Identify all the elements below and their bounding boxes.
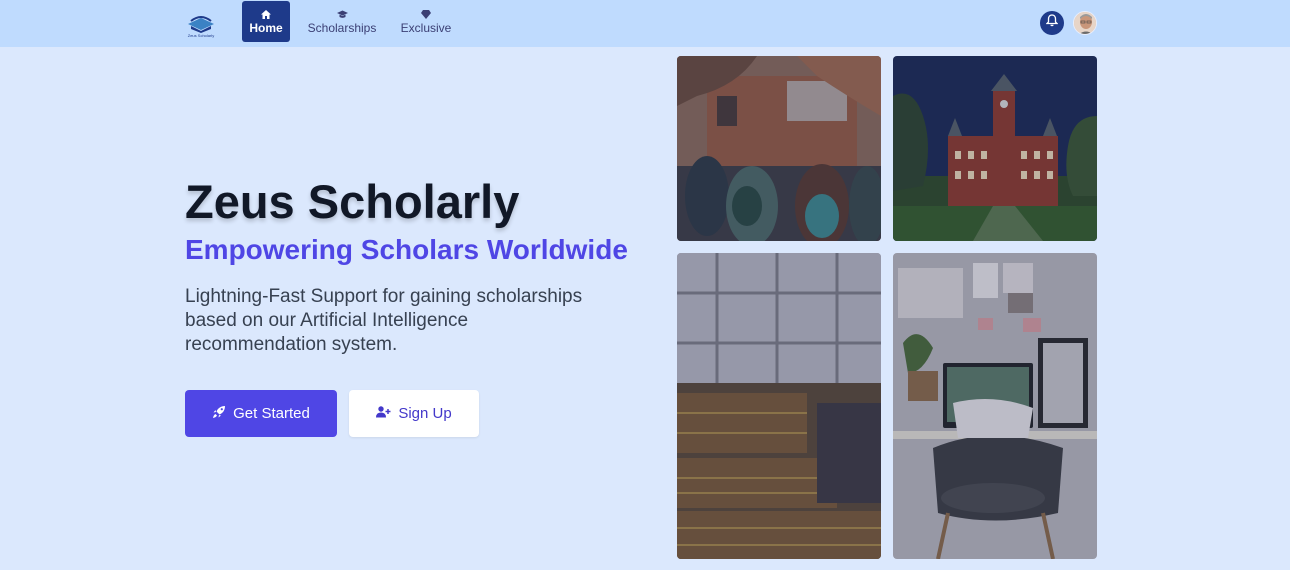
home-icon: [261, 8, 271, 20]
students-walking-photo: [677, 56, 881, 241]
university-building-photo: [893, 56, 1097, 241]
nav-exclusive-label: Exclusive: [400, 21, 452, 35]
graduation-cap-icon: [336, 8, 348, 20]
svg-text:Zeus Scholarly: Zeus Scholarly: [188, 33, 214, 38]
nav-scholarships-label: Scholarships: [307, 21, 377, 35]
nav-home-label: Home: [249, 21, 283, 35]
hero-description: Lightning-Fast Support for gaining schol…: [185, 286, 583, 355]
zeus-scholarly-logo[interactable]: Zeus Scholarly: [185, 10, 217, 40]
user-plus-icon: [376, 405, 391, 422]
nav-exclusive[interactable]: Exclusive: [398, 1, 454, 42]
bell-icon: [1045, 14, 1059, 32]
notifications-button[interactable]: [1040, 11, 1064, 35]
nav-scholarships[interactable]: Scholarships: [306, 1, 378, 42]
gem-icon: [421, 8, 431, 20]
user-avatar[interactable]: [1073, 11, 1097, 35]
desk-workspace-photo: [893, 253, 1097, 559]
sign-up-label: Sign Up: [398, 405, 452, 422]
sign-up-button[interactable]: Sign Up: [349, 390, 479, 437]
rocket-icon: [212, 405, 226, 423]
library-bookshelves-photo: [677, 253, 881, 559]
hero-title: Zeus Scholarly: [185, 175, 520, 228]
get-started-button[interactable]: Get Started: [185, 390, 337, 437]
hero-subtitle: Empowering Scholars Worldwide: [185, 234, 628, 265]
top-navbar: Zeus Scholarly Home Scholarships Exclusi…: [0, 0, 1290, 47]
nav-home[interactable]: Home: [242, 1, 290, 42]
get-started-label: Get Started: [233, 405, 310, 422]
